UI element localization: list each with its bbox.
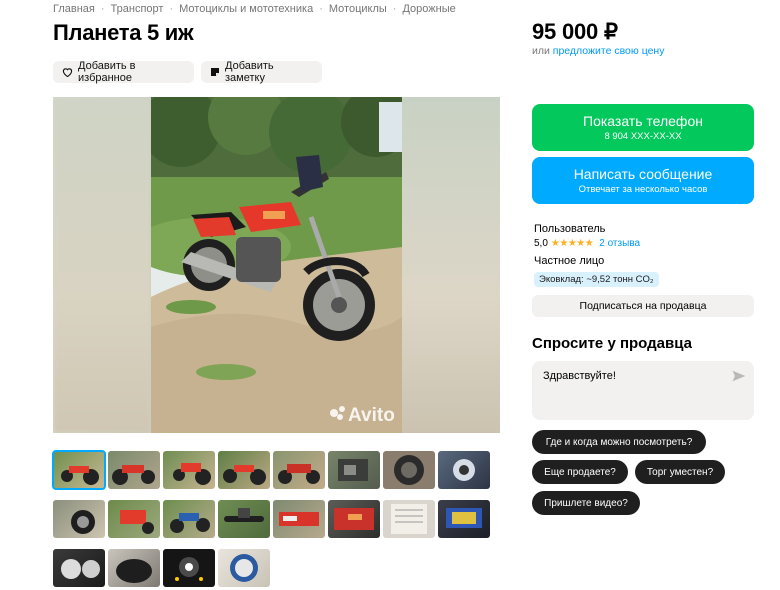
thumbnail-16[interactable] [438,500,490,538]
breadcrumb-item[interactable]: Главная [53,3,95,15]
rating-value: 5,0 [534,238,548,249]
thumbnail-7[interactable] [383,451,435,489]
breadcrumb-item[interactable]: Транспорт [111,3,164,15]
seller-type: Частное лицо [534,255,605,267]
thumbnail-13[interactable] [273,500,325,538]
star-icons: ★★★★★ [550,238,594,249]
thumbnail-5[interactable] [273,451,325,489]
page-title: Планета 5 иж [53,20,194,45]
thumbnail-14[interactable] [328,500,380,538]
thumbnail-12[interactable] [218,500,270,538]
ask-seller-title: Спросите у продавца [532,335,692,352]
seller-rating: 5,0 ★★★★★ 2 отзыва [534,238,640,249]
subscribe-label: Подписаться на продавца [579,300,707,312]
breadcrumb-item[interactable]: Дорожные [402,3,455,15]
subscribe-seller-button[interactable]: Подписаться на продавца [532,295,754,317]
photo-blur-left [53,97,151,433]
thumbnail-1[interactable] [52,450,106,490]
add-to-favorites-label: Добавить в избранное [78,60,136,84]
thumbnail-4[interactable] [218,451,270,489]
thumbnail-18[interactable] [108,549,160,587]
show-phone-label: Показать телефон [583,112,703,129]
main-photo[interactable]: Avito [53,97,500,433]
thumbnail-8[interactable] [438,451,490,489]
breadcrumb-separator: · [392,3,397,15]
breadcrumb: Главная · Транспорт · Мотоциклы и мототе… [53,3,456,15]
heart-icon [62,67,73,77]
thumbnail-10[interactable] [108,500,160,538]
thumbnail-9[interactable] [53,500,105,538]
photo-blur-right [402,97,500,433]
show-phone-button[interactable]: Показать телефон 8 904 XXX-XX-XX [532,104,754,151]
quick-question-chip[interactable]: Пришлете видео? [532,491,640,515]
message-input[interactable]: Здравствуйте! [532,361,754,420]
breadcrumb-separator: · [319,3,323,15]
add-note-label: Добавить заметку [225,60,274,84]
seller-name[interactable]: Пользователь [534,223,605,235]
eco-badge[interactable]: Эковклад: ~9,52 тонн CO₂ [534,272,659,287]
thumbnail-3[interactable] [163,451,215,489]
breadcrumb-separator: · [169,3,174,15]
offer-price-link[interactable]: предложите свою цену [553,45,665,57]
price-offer-prefix: или [532,45,550,57]
note-icon [210,67,220,77]
quick-question-chip[interactable]: Торг уместен? [635,460,725,484]
price-offer: или предложите свою цену [532,45,664,57]
breadcrumb-separator: · [100,3,105,15]
breadcrumb-item[interactable]: Мотоциклы [329,3,387,15]
avito-watermark: Avito [348,405,395,426]
thumbnail-11[interactable] [163,500,215,538]
send-icon[interactable] [732,369,746,387]
price: 95 000 ₽ [532,19,618,44]
motorcycle-photo: Avito [151,97,402,433]
write-message-button[interactable]: Написать сообщение Отвечает за несколько… [532,157,754,204]
write-message-label: Написать сообщение [573,165,713,182]
response-time: Отвечает за несколько часов [578,183,708,195]
add-note-button[interactable]: Добавить заметку [201,60,322,84]
thumbnail-17[interactable] [53,549,105,587]
quick-question-chip[interactable]: Еще продаете? [532,460,628,484]
thumbnail-6[interactable] [328,451,380,489]
thumbnail-2[interactable] [108,451,160,489]
reviews-link[interactable]: 2 отзыва [599,238,640,249]
breadcrumb-item[interactable]: Мотоциклы и мототехника [179,3,313,15]
phone-masked: 8 904 XXX-XX-XX [604,130,682,142]
add-to-favorites-button[interactable]: Добавить в избранное [53,60,194,84]
message-text: Здравствуйте! [543,370,616,382]
quick-question-chip[interactable]: Где и когда можно посмотреть? [532,430,706,454]
thumbnail-20[interactable] [218,549,270,587]
thumbnail-15[interactable] [383,500,435,538]
thumbnail-19[interactable] [163,549,215,587]
